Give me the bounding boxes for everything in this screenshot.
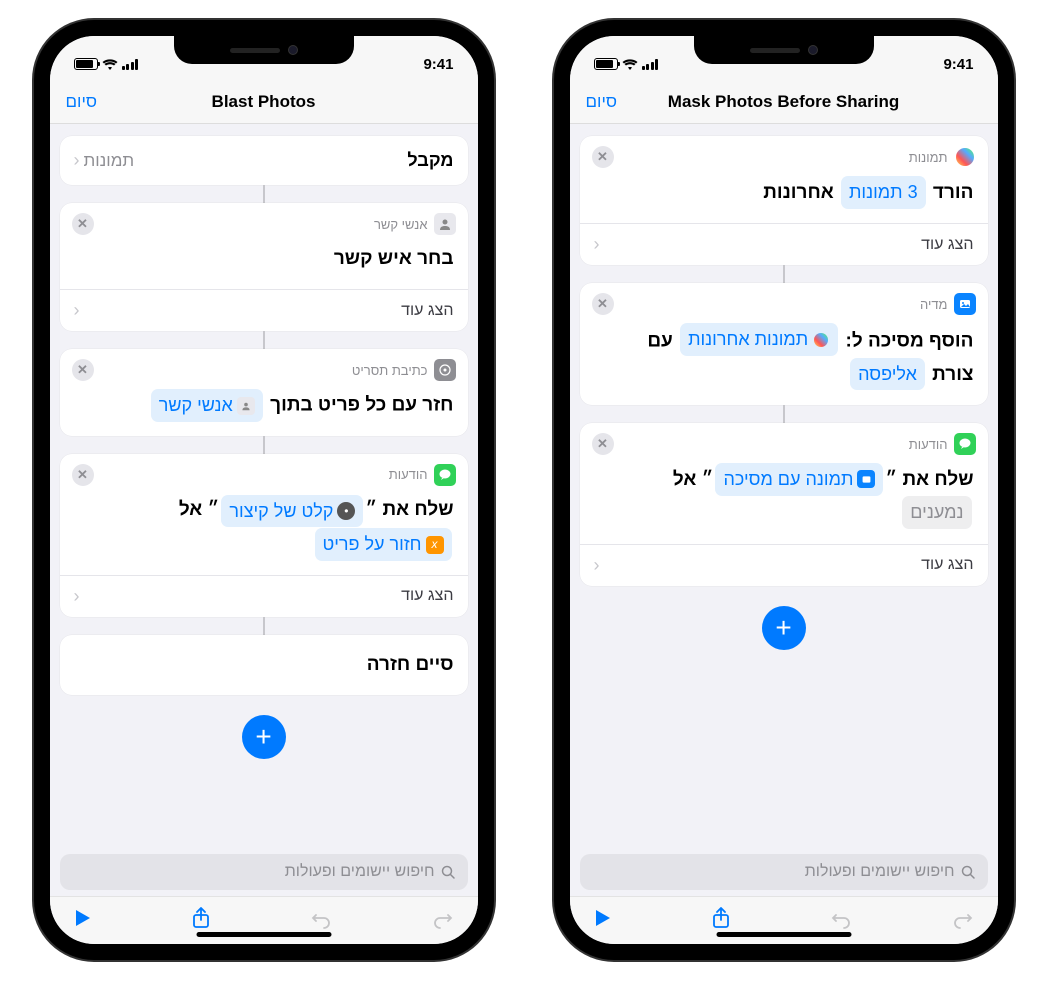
media-icon [857,470,875,488]
contacts-app-label: אנשי קשר [374,217,428,232]
screen: 9:41 סיום Blast Photos מקבל תמונות ‹ [50,36,478,944]
delete-action-button[interactable]: ✕ [72,464,94,486]
mask-body: הוסף מסיכה ל: תמונות אחרונות עם צורת אלי… [580,319,988,405]
undo-button[interactable] [310,907,332,929]
count-token[interactable]: 3 תמונות [841,176,926,209]
redo-button[interactable] [952,907,974,929]
messages-icon [434,464,456,486]
status-time: 9:41 [423,56,453,73]
shape-token[interactable]: אליפסה [850,358,925,391]
contacts-icon [237,397,255,415]
play-button[interactable] [74,908,92,928]
choose-contact-card[interactable]: אנשי קשר ✕ בחר איש קשר הצג עוד ‹ [60,203,468,331]
send-message-body: שלח את ״ • קלט של קיצור ״ אל x חזור על פ… [60,490,468,575]
contacts-token[interactable]: אנשי קשר [151,389,263,422]
messages-app-label: הודעות [909,437,948,452]
messages-icon [954,433,976,455]
chevron-left-icon: ‹ [594,555,600,576]
done-button[interactable]: סיום [66,92,98,112]
status-time: 9:41 [943,56,973,73]
play-button[interactable] [594,908,612,928]
add-action-button[interactable]: + [242,715,286,759]
add-action-button[interactable]: + [762,606,806,650]
phone-left: 9:41 סיום Blast Photos מקבל תמונות ‹ [34,20,494,960]
home-indicator[interactable] [716,932,851,937]
search-input[interactable]: חיפוש יישומים ופעולות [60,854,468,890]
scripting-icon [434,359,456,381]
choose-contact-body: בחר איש קשר [60,239,468,289]
wifi-icon [102,58,118,70]
chevron-left-icon: ‹ [74,150,80,171]
content[interactable]: מקבל תמונות ‹ אנשי קשר [50,124,478,848]
show-more-button[interactable]: הצג עוד ‹ [60,575,468,617]
screen: 9:41 סיום Mask Photos Before Sharing תמו… [570,36,998,944]
search-placeholder: חיפוש יישומים ופעולות [805,863,955,881]
search-input[interactable]: חיפוש יישומים ופעולות [580,854,988,890]
repeat-item-token[interactable]: x חזור על פריט [315,528,452,561]
masked-image-token[interactable]: תמונה עם מסיכה [715,463,883,496]
battery-icon [594,58,618,70]
home-indicator[interactable] [196,932,331,937]
accepts-card[interactable]: מקבל תמונות ‹ [60,136,468,185]
notch [694,36,874,64]
accepts-value[interactable]: תמונות ‹ [74,150,135,171]
chevron-left-icon: ‹ [74,300,80,321]
notch [174,36,354,64]
content[interactable]: תמונות ✕ הורד 3 תמונות אחרונות הצג עוד ‹ [570,124,998,848]
delete-action-button[interactable]: ✕ [592,433,614,455]
phone-right: 9:41 סיום Mask Photos Before Sharing תמו… [554,20,1014,960]
delete-action-button[interactable]: ✕ [592,146,614,168]
redo-button[interactable] [432,907,454,929]
get-photos-body: הורד 3 תמונות אחרונות [580,172,988,223]
share-button[interactable] [192,907,210,929]
variable-icon: x [426,536,444,554]
search-placeholder: חיפוש יישומים ופעולות [285,863,435,881]
photos-icon [812,331,830,349]
search-icon [441,865,456,880]
cellular-icon [122,59,139,70]
page-title: Mask Photos Before Sharing [668,92,899,112]
nav-bar: סיום Mask Photos Before Sharing [570,80,998,124]
cellular-icon [642,59,659,70]
send-message-card[interactable]: הודעות ✕ שלח את ״ • קלט של קיצור ״ אל x … [60,454,468,617]
photos-icon [954,146,976,168]
repeat-card[interactable]: כתיבת תסריט ✕ חזר עם כל פריט בתוך אנשי ק… [60,349,468,436]
show-more-button[interactable]: הצג עוד ‹ [580,223,988,265]
messages-app-label: הודעות [389,467,428,482]
send-message-card[interactable]: הודעות ✕ שלח את ״ תמונה עם מסיכה ״ אל נמ… [580,423,988,585]
done-button[interactable]: סיום [586,92,618,112]
delete-action-button[interactable]: ✕ [592,293,614,315]
scripting-app-label: כתיבת תסריט [352,363,428,378]
battery-icon [74,58,98,70]
nav-bar: סיום Blast Photos [50,80,478,124]
latest-photos-token[interactable]: תמונות אחרונות [680,323,838,356]
search-icon [961,865,976,880]
wifi-icon [622,58,638,70]
page-title: Blast Photos [212,92,316,112]
send-body: שלח את ״ תמונה עם מסיכה ״ אל נמענים [580,459,988,543]
shortcut-input-token[interactable]: • קלט של קיצור [221,495,363,528]
media-icon [954,293,976,315]
show-more-button[interactable]: הצג עוד ‹ [60,289,468,331]
delete-action-button[interactable]: ✕ [72,213,94,235]
delete-action-button[interactable]: ✕ [72,359,94,381]
end-repeat-card[interactable]: סיים חזרה [60,635,468,695]
recipients-token[interactable]: נמענים [902,496,971,529]
input-icon: • [337,502,355,520]
share-button[interactable] [712,907,730,929]
contacts-icon [434,213,456,235]
end-repeat-body: סיים חזרה [60,635,468,695]
photos-app-label: תמונות [909,150,948,165]
get-photos-card[interactable]: תמונות ✕ הורד 3 תמונות אחרונות הצג עוד ‹ [580,136,988,265]
repeat-body: חזר עם כל פריט בתוך אנשי קשר [60,385,468,436]
undo-button[interactable] [830,907,852,929]
accepts-label: מקבל [407,150,453,171]
chevron-left-icon: ‹ [74,586,80,607]
media-app-label: מדיה [920,297,948,312]
chevron-left-icon: ‹ [594,234,600,255]
mask-card[interactable]: מדיה ✕ הוסף מסיכה ל: תמונות אחרונות עם צ… [580,283,988,405]
show-more-button[interactable]: הצג עוד ‹ [580,544,988,586]
